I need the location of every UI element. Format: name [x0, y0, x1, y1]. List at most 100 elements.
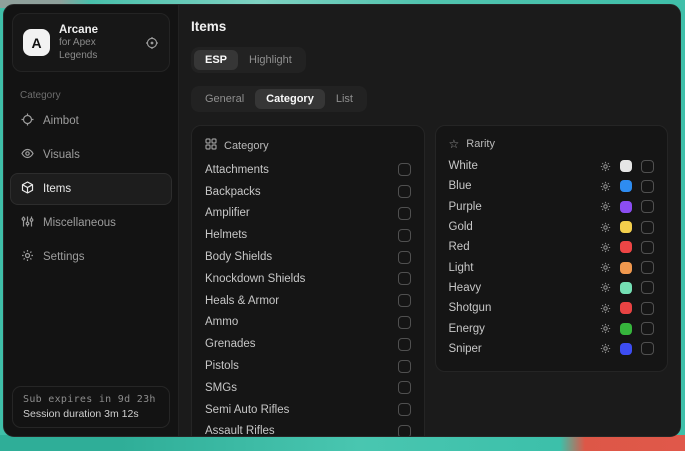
- checkbox[interactable]: [398, 185, 411, 198]
- toggle-esp[interactable]: ESP: [194, 50, 238, 70]
- checkbox[interactable]: [641, 221, 654, 234]
- checkbox[interactable]: [641, 281, 654, 294]
- color-swatch[interactable]: [620, 160, 632, 172]
- category-row: Amplifier: [205, 203, 411, 225]
- mode-toggle-group: ESP Highlight: [191, 47, 306, 73]
- color-swatch[interactable]: [620, 302, 632, 314]
- rarity-label: Gold: [449, 221, 601, 233]
- brand-subtitle: for Apex Legends: [59, 37, 136, 62]
- checkbox[interactable]: [398, 425, 411, 437]
- rarity-panel-header: ☆ Rarity: [449, 135, 655, 156]
- grid-icon: [205, 138, 217, 153]
- sidebar-item-visuals[interactable]: Visuals: [10, 139, 172, 171]
- rarity-row: Red: [449, 237, 655, 257]
- gear-icon[interactable]: [600, 282, 611, 293]
- category-label: Helmets: [205, 229, 247, 241]
- checkbox[interactable]: [398, 272, 411, 285]
- rarity-label: Sniper: [449, 343, 601, 355]
- checkbox[interactable]: [398, 251, 411, 264]
- sidebar-nav: Aimbot Visuals Items: [4, 105, 178, 273]
- crosshair-icon: [21, 113, 34, 129]
- sidebar-item-aimbot[interactable]: Aimbot: [10, 105, 172, 137]
- gear-icon[interactable]: [600, 303, 611, 314]
- checkbox[interactable]: [398, 338, 411, 351]
- target-icon[interactable]: [145, 36, 159, 50]
- category-row: Body Shields: [205, 246, 411, 268]
- color-swatch[interactable]: [620, 221, 632, 233]
- checkbox[interactable]: [641, 302, 654, 315]
- checkbox[interactable]: [398, 360, 411, 373]
- sidebar-item-label: Aimbot: [43, 115, 79, 127]
- rarity-panel-title: Rarity: [466, 138, 495, 150]
- sliders-icon: [21, 215, 34, 231]
- category-panel: Category Attachments Backpacks Amplifier…: [191, 125, 425, 437]
- sidebar-item-label: Settings: [43, 251, 85, 263]
- tab-general[interactable]: General: [194, 89, 255, 109]
- checkbox[interactable]: [641, 241, 654, 254]
- tab-list[interactable]: List: [325, 89, 364, 109]
- category-row: Grenades: [205, 333, 411, 355]
- rarity-label: White: [449, 160, 601, 172]
- checkbox[interactable]: [641, 322, 654, 335]
- sidebar-item-label: Items: [43, 183, 71, 195]
- category-row: Backpacks: [205, 181, 411, 203]
- rarity-row: Energy: [449, 318, 655, 338]
- checkbox[interactable]: [398, 403, 411, 416]
- session-duration-text: Session duration 3m 12s: [23, 408, 159, 420]
- category-row: Knockdown Shields: [205, 268, 411, 290]
- category-row: Ammo: [205, 312, 411, 334]
- eye-icon: [21, 147, 34, 163]
- rarity-row: Light: [449, 257, 655, 277]
- color-swatch[interactable]: [620, 262, 632, 274]
- desktop-background-bottom: [0, 435, 685, 451]
- gear-icon[interactable]: [600, 343, 611, 354]
- checkbox[interactable]: [398, 381, 411, 394]
- sidebar-item-settings[interactable]: Settings: [10, 241, 172, 273]
- color-swatch[interactable]: [620, 343, 632, 355]
- color-swatch[interactable]: [620, 282, 632, 294]
- color-swatch[interactable]: [620, 241, 632, 253]
- color-swatch[interactable]: [620, 323, 632, 335]
- checkbox[interactable]: [398, 316, 411, 329]
- checkbox[interactable]: [641, 160, 654, 173]
- checkbox[interactable]: [398, 207, 411, 220]
- tab-group: General Category List: [191, 86, 367, 112]
- gear-icon: [21, 249, 34, 265]
- gear-icon[interactable]: [600, 201, 611, 212]
- color-swatch[interactable]: [620, 201, 632, 213]
- star-icon: ☆: [449, 138, 460, 150]
- category-label: Assault Rifles: [205, 425, 275, 437]
- gear-icon[interactable]: [600, 323, 611, 334]
- checkbox[interactable]: [641, 261, 654, 274]
- gear-icon[interactable]: [600, 262, 611, 273]
- rarity-row: Heavy: [449, 278, 655, 298]
- checkbox[interactable]: [641, 342, 654, 355]
- category-label: Heals & Armor: [205, 295, 279, 307]
- color-swatch[interactable]: [620, 180, 632, 192]
- category-label: Amplifier: [205, 207, 250, 219]
- gear-icon[interactable]: [600, 161, 611, 172]
- gear-icon[interactable]: [600, 242, 611, 253]
- sidebar-item-miscellaneous[interactable]: Miscellaneous: [10, 207, 172, 239]
- checkbox[interactable]: [641, 200, 654, 213]
- checkbox[interactable]: [641, 180, 654, 193]
- rarity-label: Light: [449, 262, 601, 274]
- checkbox[interactable]: [398, 229, 411, 242]
- panels-row: Category Attachments Backpacks Amplifier…: [191, 125, 668, 437]
- tab-category[interactable]: Category: [255, 89, 325, 109]
- page-title: Items: [191, 19, 668, 34]
- brand-logo: A: [23, 29, 50, 56]
- category-label: Backpacks: [205, 186, 261, 198]
- main-content: Items ESP Highlight General Category Lis…: [179, 5, 680, 436]
- gear-icon[interactable]: [600, 181, 611, 192]
- category-row: Pistols: [205, 355, 411, 377]
- category-row: Assault Rifles: [205, 421, 411, 437]
- toggle-highlight[interactable]: Highlight: [238, 50, 303, 70]
- checkbox[interactable]: [398, 294, 411, 307]
- gear-icon[interactable]: [600, 222, 611, 233]
- sidebar-item-items[interactable]: Items: [10, 173, 172, 205]
- category-label: Grenades: [205, 338, 256, 350]
- rarity-row: Gold: [449, 217, 655, 237]
- checkbox[interactable]: [398, 163, 411, 176]
- sidebar-item-label: Miscellaneous: [43, 217, 116, 229]
